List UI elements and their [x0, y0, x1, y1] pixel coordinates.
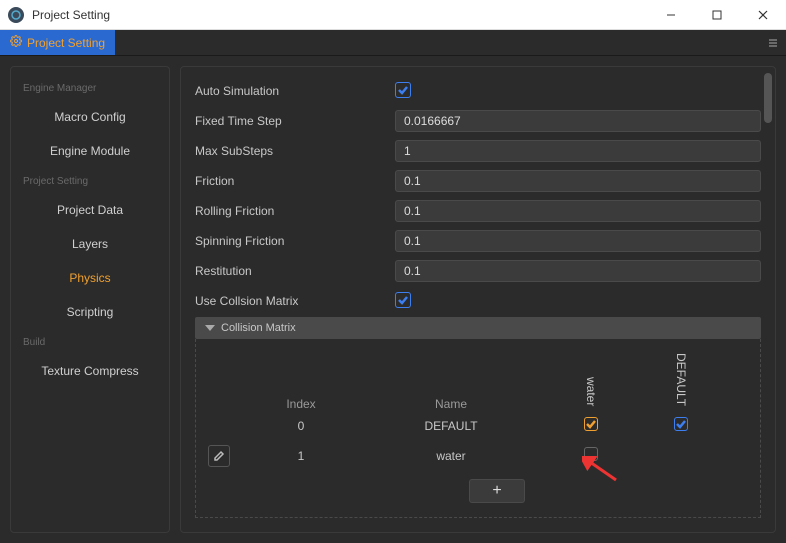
sidebar-item-texture-compress[interactable]: Texture Compress — [11, 354, 169, 388]
collision-matrix-title: Collision Matrix — [221, 322, 296, 334]
matrix-cell-index: 0 — [246, 419, 356, 433]
tab-project-setting[interactable]: Project Setting — [0, 30, 115, 55]
checkbox-use-collision-matrix[interactable] — [395, 292, 411, 308]
sidebar-section-title: Project Setting — [11, 168, 169, 193]
row-fixed-time-step: Fixed Time Step — [195, 107, 761, 135]
window-maximize-button[interactable] — [694, 0, 740, 30]
row-use-collision-matrix: Use Collsion Matrix — [195, 287, 761, 315]
matrix-col-water: water — [584, 377, 598, 406]
matrix-column-headers: Index Name water DEFAULT — [208, 349, 748, 411]
tabbar-menu-button[interactable] — [760, 30, 786, 55]
chevron-down-icon — [205, 325, 215, 331]
label-friction: Friction — [195, 174, 395, 188]
window-title: Project Setting — [32, 8, 648, 22]
sidebar-item-scripting[interactable]: Scripting — [11, 295, 169, 329]
sidebar-item-macro-config[interactable]: Macro Config — [11, 100, 169, 134]
label-restitution: Restitution — [195, 264, 395, 278]
row-spinning-friction: Spinning Friction — [195, 227, 761, 255]
row-rolling-friction: Rolling Friction — [195, 197, 761, 225]
sidebar-item-project-data[interactable]: Project Data — [11, 193, 169, 227]
matrix-checkbox-water-water[interactable] — [584, 447, 598, 461]
matrix-col-default: DEFAULT — [674, 353, 688, 406]
input-spinning-friction[interactable] — [395, 230, 761, 252]
sidebar-item-engine-module[interactable]: Engine Module — [11, 134, 169, 168]
sidebar: Engine ManagerMacro ConfigEngine ModuleP… — [10, 66, 170, 533]
checkbox-auto-simulation[interactable] — [395, 82, 411, 98]
sidebar-item-physics[interactable]: Physics — [11, 261, 169, 295]
window-close-button[interactable] — [740, 0, 786, 30]
label-fixed-time-step: Fixed Time Step — [195, 114, 395, 128]
matrix-checkbox-default-water[interactable] — [584, 417, 598, 431]
tab-label: Project Setting — [27, 36, 105, 50]
label-max-substeps: Max SubSteps — [195, 144, 395, 158]
input-restitution[interactable] — [395, 260, 761, 282]
label-use-collision-matrix: Use Collsion Matrix — [195, 294, 395, 308]
sidebar-section-title: Engine Manager — [11, 75, 169, 100]
row-restitution: Restitution — [195, 257, 761, 285]
label-spinning-friction: Spinning Friction — [195, 234, 395, 248]
sidebar-item-layers[interactable]: Layers — [11, 227, 169, 261]
main-panel: Auto Simulation Fixed Time Step Max SubS… — [180, 66, 776, 533]
row-auto-simulation: Auto Simulation — [195, 77, 761, 105]
row-max-substeps: Max SubSteps — [195, 137, 761, 165]
matrix-header-index: Index — [246, 397, 356, 411]
input-friction[interactable] — [395, 170, 761, 192]
matrix-checkbox-default-default[interactable] — [674, 417, 688, 431]
window-titlebar: Project Setting — [0, 0, 786, 30]
matrix-cell-index: 1 — [246, 449, 356, 463]
sidebar-section-title: Build — [11, 329, 169, 354]
add-layer-button[interactable]: + — [469, 479, 525, 503]
row-friction: Friction — [195, 167, 761, 195]
input-rolling-friction[interactable] — [395, 200, 761, 222]
label-rolling-friction: Rolling Friction — [195, 204, 395, 218]
collision-matrix-header[interactable]: Collision Matrix — [195, 317, 761, 339]
matrix-row: 0DEFAULT — [208, 411, 748, 441]
gear-icon — [10, 35, 22, 50]
input-max-substeps[interactable] — [395, 140, 761, 162]
edit-layer-button[interactable] — [208, 445, 230, 467]
window-minimize-button[interactable] — [648, 0, 694, 30]
collision-matrix-section: Collision Matrix Index Name water DEFAUL… — [195, 317, 761, 518]
tabbar: Project Setting — [0, 30, 786, 56]
matrix-cell-name: DEFAULT — [356, 419, 546, 433]
matrix-header-name: Name — [356, 397, 546, 411]
label-auto-simulation: Auto Simulation — [195, 84, 395, 98]
app-icon — [8, 7, 24, 23]
matrix-row: 1water — [208, 441, 748, 471]
input-fixed-time-step[interactable] — [395, 110, 761, 132]
matrix-cell-name: water — [356, 449, 546, 463]
